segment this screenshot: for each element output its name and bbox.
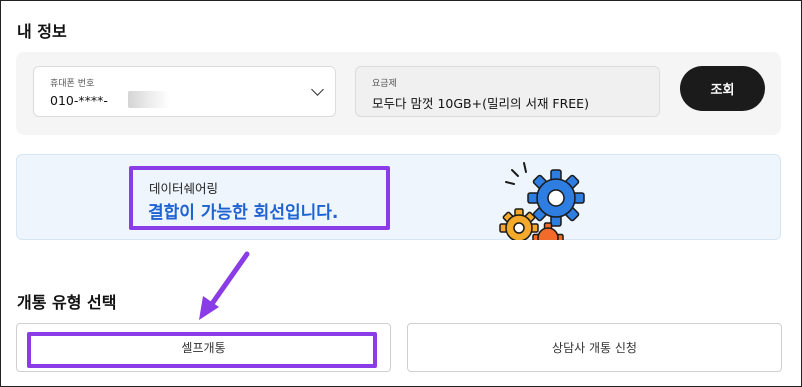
self-activation-highlight-box <box>27 332 377 368</box>
phone-number-label: 휴대폰 번호 <box>50 79 95 89</box>
agent-activation-label: 상담사 개통 신청 <box>552 341 637 355</box>
agent-activation-button[interactable]: 상담사 개통 신청 <box>407 323 782 372</box>
section-title-my-info: 내 정보 <box>17 22 67 41</box>
chevron-down-icon[interactable] <box>311 83 324 96</box>
section-title-open-type: 개통 유형 선택 <box>17 293 117 312</box>
plan-value: 모두다 맘껏 10GB+(밀리의 서재 FREE) <box>372 96 589 111</box>
my-info-card: 휴대폰 번호 010-****- 요금제 모두다 맘껏 10GB+(밀리의 서재… <box>16 52 781 135</box>
plan-label: 요금제 <box>372 79 397 89</box>
arrow-annotation-icon <box>199 251 250 320</box>
banner-label: 데이터쉐어링 <box>149 181 219 196</box>
phone-number-value: 010-****- <box>50 93 108 108</box>
phone-number-select[interactable]: 휴대폰 번호 010-****- <box>33 66 336 117</box>
banner-title: 결합이 가능한 회선입니다. <box>148 203 339 223</box>
gear-illustration-icon <box>499 162 585 240</box>
query-button[interactable]: 조회 <box>680 66 765 111</box>
plan-field: 요금제 모두다 맘껏 10GB+(밀리의 서재 FREE) <box>355 66 660 117</box>
masked-number-blur <box>128 91 170 108</box>
